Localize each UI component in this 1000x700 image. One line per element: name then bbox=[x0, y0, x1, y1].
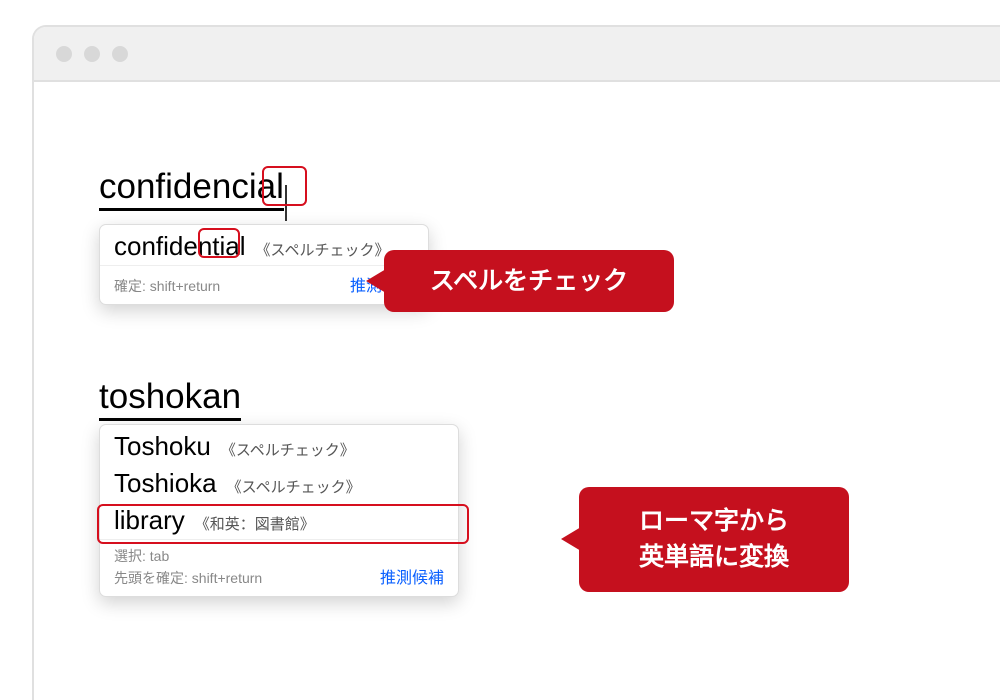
candidate-row-a[interactable]: Toshoku 《スペルチェック》 bbox=[100, 428, 458, 465]
candidate-note: 《スペルチェック》 bbox=[227, 476, 361, 497]
confirm-hint: 先頭を確定: shift+return bbox=[114, 568, 262, 588]
text-cursor-icon bbox=[285, 185, 287, 221]
candidate-word: Toshioka bbox=[114, 468, 217, 499]
traffic-light-min-icon[interactable] bbox=[84, 46, 100, 62]
candidate-row-1[interactable]: confidential 《スペルチェック》 bbox=[100, 228, 428, 265]
callout-line2: 英単語に変換 bbox=[639, 539, 789, 575]
browser-frame: confidencial confidential 《スペルチェック》 確定: … bbox=[32, 25, 1000, 700]
callout-pointer-icon bbox=[561, 527, 581, 551]
suggest-link[interactable]: 推測候補 bbox=[380, 564, 444, 588]
typed-word-1: confidencial bbox=[99, 167, 284, 211]
traffic-light-close-icon[interactable] bbox=[56, 46, 72, 62]
candidate-word: library bbox=[114, 505, 185, 536]
callout-text: スペルをチェック bbox=[430, 263, 628, 299]
candidate-row-b[interactable]: Toshioka 《スペルチェック》 bbox=[100, 465, 458, 502]
callout-line1: ローマ字から bbox=[639, 503, 789, 539]
example-toshokan: toshokan Toshoku 《スペルチェック》 Toshioka 《スペル… bbox=[99, 377, 459, 597]
candidate-panel-2[interactable]: Toshoku 《スペルチェック》 Toshioka 《スペルチェック》 lib… bbox=[99, 424, 459, 597]
candidate-word: Toshoku bbox=[114, 431, 211, 462]
candidate-note: 《和英：図書館》 bbox=[195, 513, 315, 534]
candidate-note: 《スペルチェック》 bbox=[221, 439, 355, 460]
callout-romaji: ローマ字から 英単語に変換 bbox=[579, 487, 849, 592]
confirm-hint: 確定: shift+return bbox=[114, 276, 220, 296]
browser-titlebar bbox=[34, 27, 1000, 82]
traffic-light-max-icon[interactable] bbox=[112, 46, 128, 62]
select-hint: 選択: tab bbox=[114, 546, 262, 566]
candidate-row-c[interactable]: library 《和英：図書館》 bbox=[100, 502, 458, 539]
callout-spellcheck: スペルをチェック bbox=[384, 250, 674, 312]
typed-word-2: toshokan bbox=[99, 377, 241, 421]
candidate-note: 《スペルチェック》 bbox=[256, 239, 390, 260]
candidate-footer-2: 選択: tab 先頭を確定: shift+return 推測候補 bbox=[100, 539, 458, 596]
candidate-word: confidential bbox=[114, 231, 246, 262]
callout-pointer-icon bbox=[366, 269, 386, 293]
